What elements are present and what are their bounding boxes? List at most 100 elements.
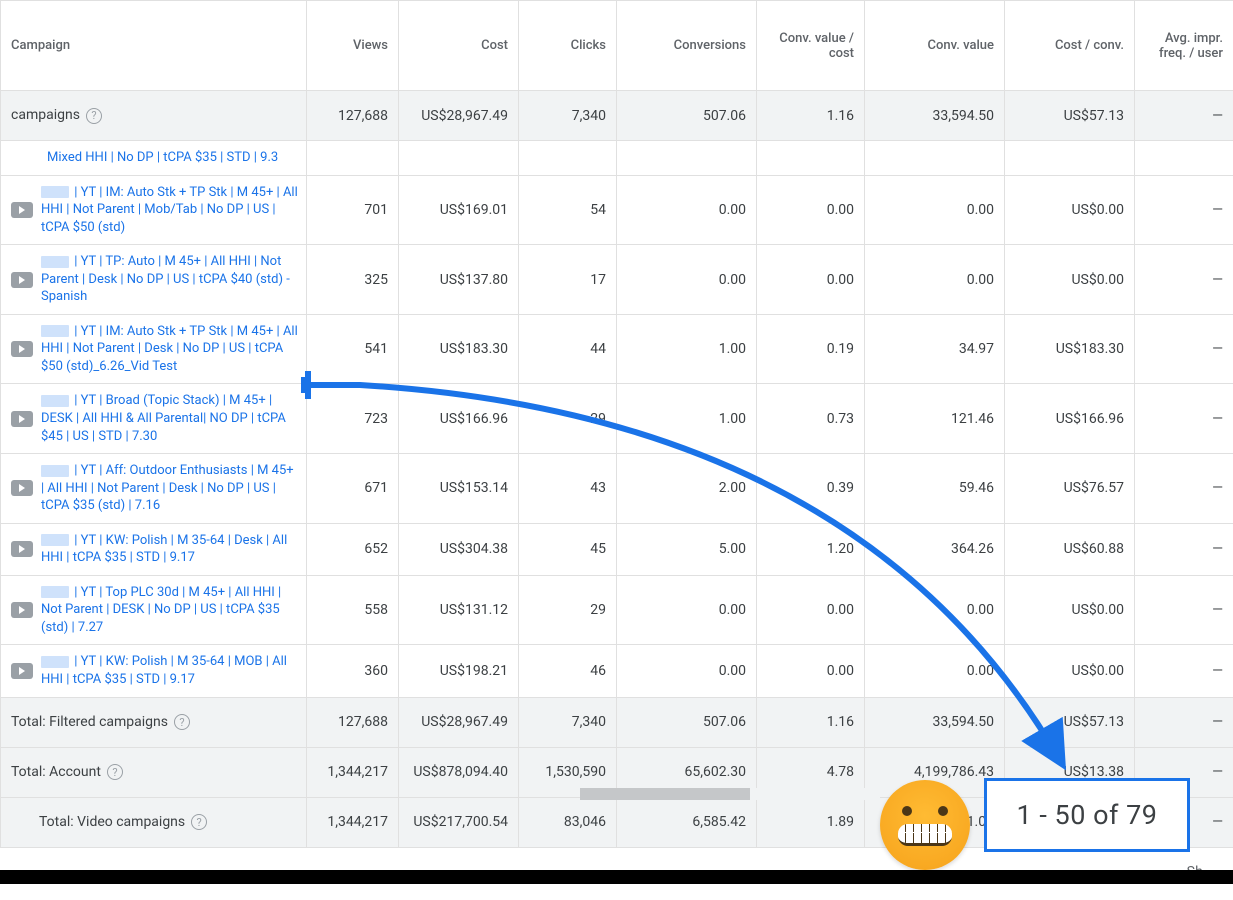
cell-cvc: 0.73 [757,384,865,454]
cell-views: 325 [307,245,399,315]
campaign-link[interactable]: | YT | KW: Polish | M 35-64 | MOB | All … [41,653,298,688]
campaign-table: Campaign Views Cost Clicks Conversions C… [0,0,1233,848]
cell-clicks: 43 [519,454,617,524]
subheader-views: 127,688 [307,91,399,141]
cell-cvc: 1.89 [757,797,865,847]
cell-cpc: US$183.30 [1005,314,1135,384]
table-header-row: Campaign Views Cost Clicks Conversions C… [1,1,1233,91]
cell-cvc: 0.19 [757,314,865,384]
redacted-badge [41,256,69,268]
col-conversions[interactable]: Conversions [617,1,757,91]
col-campaign[interactable]: Campaign [1,1,307,91]
table-row[interactable]: | YT | IM: Auto Stk + TP Stk | M 45+ | A… [1,175,1233,245]
cell-conversions: 1.00 [617,314,757,384]
cell-aif: — [1135,245,1233,315]
campaign-link[interactable]: | YT | Top PLC 30d | M 45+ | All HHI | N… [41,584,298,637]
cell-cv: 0.00 [865,575,1005,645]
help-icon[interactable] [86,108,102,124]
table-row[interactable]: | YT | Broad (Topic Stack) | M 45+ | DES… [1,384,1233,454]
campaign-table-container: Campaign Views Cost Clicks Conversions C… [0,0,1233,900]
col-conv-value-cost[interactable]: Conv. value / cost [757,1,865,91]
video-icon [11,541,33,557]
cell-views: 1,344,217 [307,797,399,847]
cell-cvc: 0.39 [757,454,865,524]
cell-clicks: 54 [519,175,617,245]
table-row-partial[interactable]: Mixed HHI | No DP | tCPA $35 | STD | 9.3 [1,141,1233,176]
cell-clicks: 29 [519,384,617,454]
col-clicks[interactable]: Clicks [519,1,617,91]
help-icon[interactable] [174,714,190,730]
redacted-badge [41,586,69,598]
cell-cv: 364.26 [865,523,1005,575]
cell-conversions: 2.00 [617,454,757,524]
campaign-link[interactable]: | YT | KW: Polish | M 35-64 | Desk | All… [41,532,298,567]
subheader-label: campaigns [1,91,307,141]
cell-cost: US$137.80 [399,245,519,315]
cell-views: 671 [307,454,399,524]
table-row[interactable]: | YT | Aff: Outdoor Enthusiasts | M 45+ … [1,454,1233,524]
subheader-cv: 33,594.50 [865,91,1005,141]
cell-aif: — [1135,645,1233,697]
cell-conversions: 0.00 [617,175,757,245]
cell-aif: — [1135,697,1233,747]
cell-cv: 0.00 [865,245,1005,315]
cell-clicks: 44 [519,314,617,384]
campaign-link[interactable]: | YT | Broad (Topic Stack) | M 45+ | DES… [41,392,298,445]
video-icon [11,411,33,427]
redacted-badge [41,534,69,546]
cell-cv: 121.46 [865,384,1005,454]
col-views[interactable]: Views [307,1,399,91]
video-icon [11,663,33,679]
cell-cpc: US$60.88 [1005,523,1135,575]
cell-views: 1,344,217 [307,747,399,797]
cell-aif: — [1135,523,1233,575]
table-row[interactable]: | YT | IM: Auto Stk + TP Stk | M 45+ | A… [1,314,1233,384]
cell-views: 541 [307,314,399,384]
redacted-badge [41,186,69,198]
cell-cv: 33,594.50 [865,697,1005,747]
grimace-emoji-icon [880,780,970,870]
cell-clicks: 29 [519,575,617,645]
campaign-link[interactable]: | YT | TP: Auto | M 45+ | All HHI | Not … [41,253,298,306]
campaign-link[interactable]: | YT | IM: Auto Stk + TP Stk | M 45+ | A… [41,184,298,237]
table-row[interactable]: | YT | Top PLC 30d | M 45+ | All HHI | N… [1,575,1233,645]
cell-cost: US$131.12 [399,575,519,645]
cell-conversions: 5.00 [617,523,757,575]
cell-cost: US$878,094.40 [399,747,519,797]
cell-clicks: 83,046 [519,797,617,847]
cell-cv: 0.00 [865,175,1005,245]
horizontal-scroll-thumb[interactable] [580,788,750,800]
subheader-conversions: 507.06 [617,91,757,141]
cell-aif: — [1135,384,1233,454]
redacted-badge [41,656,69,668]
campaign-link[interactable]: Mixed HHI | No DP | tCPA $35 | STD | 9.3 [47,149,278,167]
col-cost[interactable]: Cost [399,1,519,91]
col-avg-impr-freq[interactable]: Avg. impr. freq. / user [1135,1,1233,91]
cell-views: 127,688 [307,697,399,747]
cell-cv: 0.00 [865,645,1005,697]
table-row[interactable]: | YT | TP: Auto | M 45+ | All HHI | Not … [1,245,1233,315]
cell-conversions: 507.06 [617,697,757,747]
cell-aif: — [1135,575,1233,645]
cell-aif: — [1135,314,1233,384]
cell-cpc: US$0.00 [1005,245,1135,315]
table-row[interactable]: | YT | KW: Polish | M 35-64 | Desk | All… [1,523,1233,575]
help-icon[interactable] [191,814,207,830]
total-label: Total: Account [11,764,101,780]
cell-cvc: 1.16 [757,697,865,747]
col-cost-per-conv[interactable]: Cost / conv. [1005,1,1135,91]
campaign-link[interactable]: | YT | IM: Auto Stk + TP Stk | M 45+ | A… [41,323,298,376]
cell-cvc: 1.20 [757,523,865,575]
cell-cpc: US$57.13 [1005,697,1135,747]
subheader-cost: US$28,967.49 [399,91,519,141]
cell-views: 360 [307,645,399,697]
table-row[interactable]: | YT | KW: Polish | M 35-64 | MOB | All … [1,645,1233,697]
campaign-link[interactable]: | YT | Aff: Outdoor Enthusiasts | M 45+ … [41,462,298,515]
subheader-cvc: 1.16 [757,91,865,141]
help-icon[interactable] [107,764,123,780]
col-conv-value[interactable]: Conv. value [865,1,1005,91]
subheader-clicks: 7,340 [519,91,617,141]
cell-views: 558 [307,575,399,645]
cell-cost: US$169.01 [399,175,519,245]
video-icon [11,602,33,618]
